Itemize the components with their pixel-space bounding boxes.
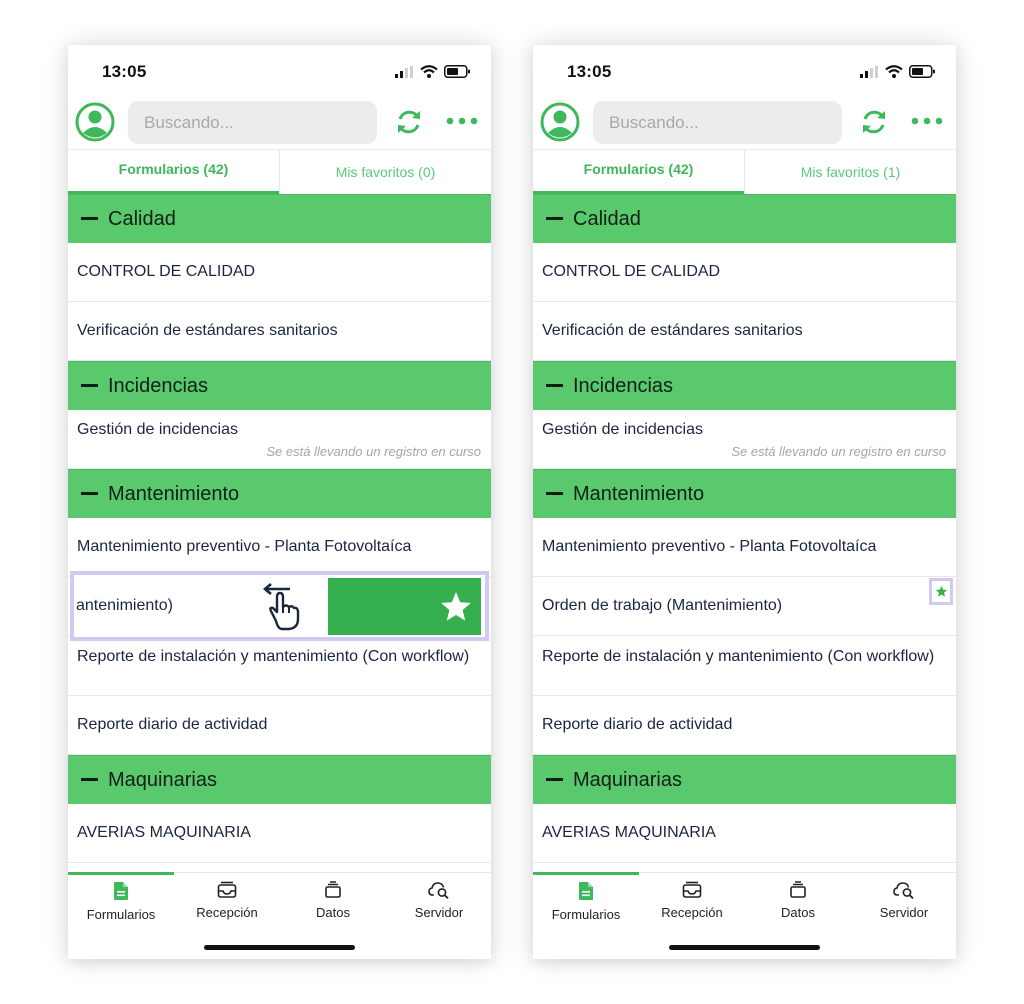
list-item[interactable]: CONTROL DE CALIDAD (533, 243, 956, 302)
clock: 13:05 (567, 62, 612, 81)
swipe-gesture-hand-icon (262, 583, 300, 631)
search-input[interactable]: Buscando... (128, 101, 377, 144)
nav-item-formularios[interactable]: Formularios (68, 881, 174, 922)
collapse-icon (546, 217, 563, 220)
search-input[interactable]: Buscando... (593, 101, 842, 144)
favorite-marker (929, 578, 953, 605)
nav-item-formularios[interactable]: Formularios (533, 881, 639, 922)
tab-bar: Formularios (42) Mis favoritos (1) (533, 149, 956, 195)
add-favorite-swipe-action[interactable] (328, 578, 481, 635)
list-item[interactable]: Mantenimiento preventivo - Planta Fotovo… (68, 518, 491, 577)
inbox-icon (217, 881, 237, 898)
collapse-icon (81, 778, 98, 781)
list-item[interactable]: AVERIAS MAQUINARIA (68, 804, 491, 863)
collapse-icon (546, 384, 563, 387)
tab-label: Formularios (42) (583, 161, 694, 177)
tab-label: Mis favoritos (1) (800, 164, 901, 180)
cloud-search-icon (893, 882, 914, 899)
document-icon (114, 882, 128, 900)
list-item[interactable]: Mantenimiento preventivo - Planta Fotovo… (533, 518, 956, 577)
tab-formularios[interactable]: Formularios (42) (68, 150, 279, 195)
home-indicator (204, 945, 355, 950)
item-note: Se está llevando un registro en curso (731, 444, 946, 459)
list-item[interactable]: Gestión de incidencias Se está llevando u… (68, 410, 491, 469)
wifi-icon (420, 65, 438, 78)
tab-favoritos[interactable]: Mis favoritos (0) (279, 150, 491, 195)
nav-item-recepcion[interactable]: Recepción (639, 881, 745, 920)
list-item[interactable]: Reporte de instalación y mantenimiento (… (68, 636, 491, 696)
section-header-maquinarias[interactable]: Maquinarias (533, 755, 956, 804)
sync-icon[interactable] (858, 106, 890, 138)
list-item[interactable]: Verificación de estándares sanitarios (68, 302, 491, 361)
collapse-icon (546, 778, 563, 781)
nav-active-indicator (533, 872, 639, 875)
section-header-maquinarias[interactable]: Maquinarias (68, 755, 491, 804)
form-list: Calidad CONTROL DE CALIDAD Verificación … (68, 194, 491, 863)
nav-item-servidor[interactable]: Servidor (851, 881, 956, 920)
inbox-icon (682, 881, 702, 898)
collapse-icon (81, 384, 98, 387)
section-header-incidencias[interactable]: Incidencias (68, 361, 491, 410)
more-options-icon[interactable] (446, 113, 478, 129)
signal-icon (860, 65, 878, 78)
list-item-favorited[interactable]: Orden de trabajo (Mantenimiento) (533, 577, 956, 636)
top-bar: Buscando... (533, 97, 956, 149)
document-icon (579, 882, 593, 900)
cloud-search-icon (428, 882, 449, 899)
bottom-nav: Formularios Recepción Datos Servidor (68, 872, 491, 959)
nav-item-datos[interactable]: Datos (745, 881, 851, 920)
tab-label: Mis favoritos (0) (335, 164, 436, 180)
battery-icon (444, 65, 470, 78)
list-item[interactable]: AVERIAS MAQUINARIA (533, 804, 956, 863)
database-icon (790, 881, 806, 898)
form-list: Calidad CONTROL DE CALIDAD Verificación … (533, 194, 956, 863)
list-item[interactable]: Reporte diario de actividad (68, 696, 491, 755)
section-header-mantenimiento[interactable]: Mantenimiento (533, 469, 956, 518)
list-item[interactable]: CONTROL DE CALIDAD (68, 243, 491, 302)
section-header-incidencias[interactable]: Incidencias (533, 361, 956, 410)
star-icon (441, 592, 471, 621)
clock: 13:05 (102, 62, 147, 81)
nav-active-indicator (68, 872, 174, 875)
battery-icon (909, 65, 935, 78)
item-note: Se está llevando un registro en curso (266, 444, 481, 459)
list-item[interactable]: Gestión de incidencias Se está llevando u… (533, 410, 956, 469)
status-bar: 13:05 (533, 45, 956, 97)
nav-item-datos[interactable]: Datos (280, 881, 386, 920)
section-header-calidad[interactable]: Calidad (68, 194, 491, 243)
list-item[interactable]: Reporte diario de actividad (533, 696, 956, 755)
tab-bar: Formularios (42) Mis favoritos (0) (68, 149, 491, 195)
list-item[interactable]: Verificación de estándares sanitarios (533, 302, 956, 361)
bottom-nav: Formularios Recepción Datos Servidor (533, 872, 956, 959)
nav-item-recepcion[interactable]: Recepción (174, 881, 280, 920)
sync-icon[interactable] (393, 106, 425, 138)
status-bar: 13:05 (68, 45, 491, 97)
section-header-mantenimiento[interactable]: Mantenimiento (68, 469, 491, 518)
phone-screen-favorited: 13:05 Buscando... Formularios (42) Mis f… (533, 45, 956, 959)
signal-icon (395, 65, 413, 78)
collapse-icon (81, 217, 98, 220)
database-icon (325, 881, 341, 898)
star-icon (935, 585, 947, 597)
collapse-icon (81, 492, 98, 495)
list-item[interactable]: Reporte de instalación y mantenimiento (… (533, 636, 956, 696)
wifi-icon (885, 65, 903, 78)
phone-screen-swipe: 13:05 Buscando... Formularios (42) Mis f… (68, 45, 491, 959)
section-header-calidad[interactable]: Calidad (533, 194, 956, 243)
top-bar: Buscando... (68, 97, 491, 149)
home-indicator (669, 945, 820, 950)
collapse-icon (546, 492, 563, 495)
tab-favoritos[interactable]: Mis favoritos (1) (744, 150, 956, 195)
user-avatar-icon[interactable] (75, 102, 115, 142)
tab-label: Formularios (42) (118, 161, 229, 177)
swiped-item-label: antenimiento) (76, 597, 173, 614)
tab-formularios[interactable]: Formularios (42) (533, 150, 744, 195)
user-avatar-icon[interactable] (540, 102, 580, 142)
more-options-icon[interactable] (911, 113, 943, 129)
swiped-list-item[interactable]: antenimiento) (70, 571, 489, 641)
nav-item-servidor[interactable]: Servidor (386, 881, 491, 920)
